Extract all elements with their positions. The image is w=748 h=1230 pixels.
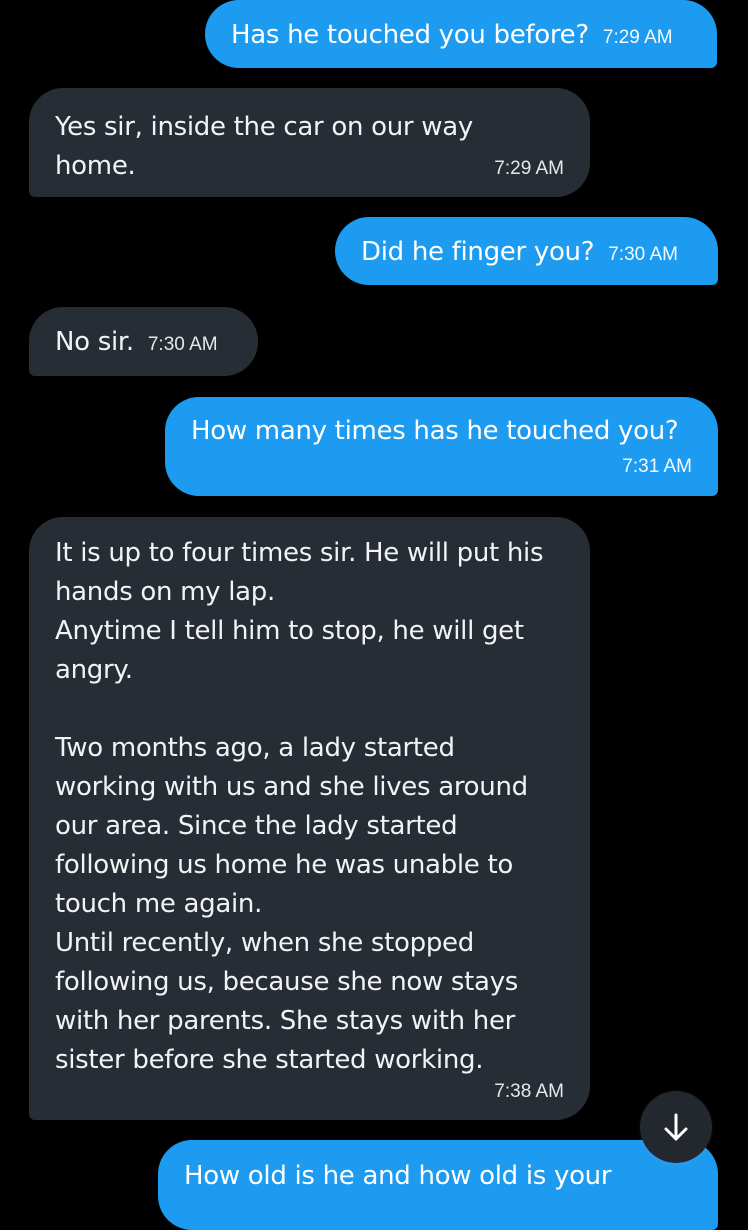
- message-line: following us home he was unable to: [55, 850, 513, 880]
- message-text: Did he finger you?: [361, 237, 595, 267]
- message-line: angry.: [55, 655, 133, 685]
- received-message[interactable]: No sir. 7:30 AM: [29, 307, 258, 376]
- sent-message[interactable]: Has he touched you before? 7:29 AM: [205, 0, 717, 68]
- message-line: Until recently, when she stopped: [55, 928, 474, 958]
- message-line: Yes sir, inside the car on our way: [55, 112, 473, 142]
- message-line: following us, because she now stays: [55, 967, 519, 997]
- message-text: How old is he and how old is your: [184, 1161, 612, 1191]
- message-timestamp: 7:29 AM: [494, 158, 564, 179]
- message-timestamp: 7:29 AM: [602, 27, 673, 48]
- message-line: hands on my lap.: [55, 577, 275, 607]
- message-line: Anytime I tell him to stop, he will get: [55, 616, 524, 646]
- scroll-to-bottom-button[interactable]: [640, 1091, 712, 1163]
- message-line: with her parents. She stays with her: [55, 1006, 516, 1036]
- message-line: touch me again.: [55, 889, 263, 919]
- sent-message[interactable]: How old is he and how old is your: [158, 1140, 718, 1230]
- message-text: Has he touched you before?: [231, 20, 589, 50]
- received-message[interactable]: Yes sir, inside the car on our way home.…: [29, 88, 590, 197]
- arrow-down-icon: [664, 1113, 688, 1141]
- message-line: Two months ago, a lady started: [55, 733, 455, 763]
- message-timestamp: 7:30 AM: [608, 244, 678, 265]
- message-timestamp: 7:30 AM: [147, 334, 218, 355]
- message-timestamp: 7:38 AM: [494, 1081, 564, 1102]
- message-text: No sir.: [55, 327, 134, 357]
- message-line: our area. Since the lady started: [55, 811, 458, 841]
- sent-message[interactable]: Did he finger you? 7:30 AM: [335, 217, 718, 285]
- received-message[interactable]: It is up to four times sir. He will put …: [29, 517, 590, 1120]
- message-text: How many times has he touched you?: [191, 416, 679, 446]
- sent-message[interactable]: How many times has he touched you? 7:31 …: [165, 397, 718, 496]
- message-line: working with us and she lives around: [55, 772, 528, 802]
- message-timestamp: 7:31 AM: [622, 456, 692, 477]
- message-line: It is up to four times sir. He will put …: [55, 538, 544, 568]
- message-line: home.: [55, 151, 136, 181]
- message-line: sister before she started working.: [55, 1045, 484, 1075]
